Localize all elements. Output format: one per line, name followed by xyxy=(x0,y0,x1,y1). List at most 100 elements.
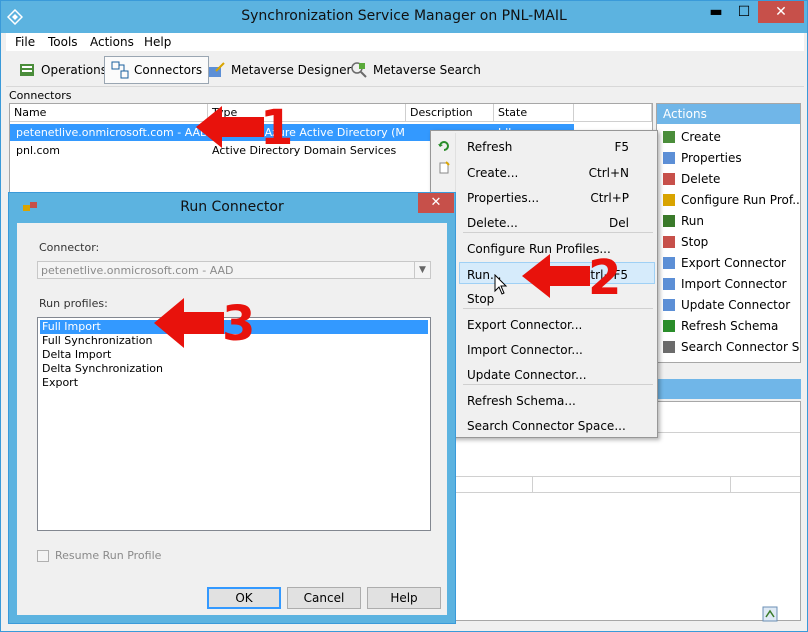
minimize-button[interactable]: ▬ xyxy=(703,1,729,23)
action-icon xyxy=(663,341,675,353)
connectors-label: Connectors xyxy=(134,63,203,77)
action-item[interactable]: Properties xyxy=(663,149,799,167)
actions-pane: Actions Create Properties Delete Configure … xyxy=(656,103,801,363)
menu-actions[interactable]: Actions xyxy=(90,35,134,49)
metaverse-designer-icon xyxy=(209,62,225,77)
resume-run-profile-label: Resume Run Profile xyxy=(55,549,162,562)
action-item[interactable]: Configure Run Prof... xyxy=(663,191,799,209)
menu-item[interactable]: Delete... Del xyxy=(465,211,655,233)
action-label: Run xyxy=(681,214,705,228)
metaverse-designer-label: Metaverse Designer xyxy=(231,63,352,77)
menu-item[interactable]: Import Connector... xyxy=(465,338,655,360)
column-filler xyxy=(574,104,652,122)
menu-item[interactable]: Export Connector... xyxy=(465,313,655,335)
close-button[interactable]: ✕ xyxy=(758,1,804,23)
menu-separator xyxy=(463,384,653,385)
window-title: Synchronization Service Manager on PNL-M… xyxy=(241,8,567,24)
action-item[interactable]: Delete xyxy=(663,170,799,188)
metaverse-search-icon xyxy=(351,62,367,78)
menu-item[interactable]: Create... Ctrl+N xyxy=(465,161,655,183)
menu-item[interactable]: Run... Ctrl+F5 xyxy=(459,262,655,284)
list-item[interactable]: Export xyxy=(40,376,428,390)
list-item[interactable]: Full Synchronization xyxy=(40,334,428,348)
action-label: Export Connector xyxy=(681,256,786,270)
action-label: Update Connector xyxy=(681,298,791,312)
menu-item-shortcut: Ctrl+N xyxy=(588,166,629,180)
menu-item-label: Configure Run Profiles... xyxy=(467,242,611,256)
menu-bar: File Tools Actions Help xyxy=(6,33,804,51)
run-profiles-list[interactable]: Full Import Full Synchronization Delta Imp… xyxy=(37,317,431,531)
menu-item[interactable]: Properties... Ctrl+P xyxy=(465,186,655,208)
action-icon xyxy=(663,194,675,206)
menu-item-label: Search Connector Space... xyxy=(467,419,626,433)
menu-item-label: Create... xyxy=(467,166,519,180)
menu-item-shortcut: Ctrl+F5 xyxy=(582,268,628,282)
menu-item-label: Refresh xyxy=(467,140,513,154)
action-icon xyxy=(663,131,675,143)
ok-button[interactable]: OK xyxy=(207,587,281,609)
context-menu: Refresh F5 Create... Ctrl+N Properties... Ctr… xyxy=(430,130,658,438)
action-item[interactable]: Refresh Schema xyxy=(663,317,799,335)
operations-icon xyxy=(20,64,34,76)
action-item[interactable]: Create xyxy=(663,128,799,146)
list-item[interactable]: Delta Synchronization xyxy=(40,362,428,376)
column-description[interactable]: Description xyxy=(406,104,494,122)
run-profiles-label: Run profiles: xyxy=(39,297,108,310)
menu-item[interactable]: Update Connector... xyxy=(465,363,655,385)
toolbar: Operations Connectors Metaverse Designer… xyxy=(6,53,804,87)
list-item[interactable]: Delta Import xyxy=(40,348,428,362)
action-label: Search Connector S... xyxy=(681,340,799,354)
menu-item[interactable]: Refresh F5 xyxy=(465,135,655,157)
cancel-button[interactable]: Cancel xyxy=(287,587,361,609)
menu-file[interactable]: File xyxy=(15,35,35,49)
connectors-icon xyxy=(111,61,129,79)
dialog-title: Run Connector xyxy=(180,199,284,215)
title-bar[interactable]: Synchronization Service Manager on PNL-M… xyxy=(1,1,807,33)
create-icon xyxy=(439,161,450,174)
action-item[interactable]: Stop xyxy=(663,233,799,251)
action-item[interactable]: Update Connector xyxy=(663,296,799,314)
action-icon xyxy=(663,152,675,164)
checkbox-box xyxy=(37,549,49,562)
row-name: pnl.com xyxy=(16,144,60,157)
row-name: petenetlive.onmicrosoft.com - AAD xyxy=(16,126,206,139)
column-name[interactable]: Name xyxy=(10,104,208,122)
menu-item-shortcut: Del xyxy=(609,216,629,230)
operations-button[interactable]: Operations xyxy=(12,56,113,84)
connector-select: petenetlive.onmicrosoft.com - AAD ▼ xyxy=(37,261,431,279)
action-icon xyxy=(663,215,675,227)
metaverse-designer-button[interactable]: Metaverse Designer xyxy=(202,56,357,84)
menu-item-shortcut: Ctrl+P xyxy=(590,191,629,205)
menu-item-label: Export Connector... xyxy=(467,318,583,332)
action-label: Properties xyxy=(681,151,742,165)
maximize-button[interactable]: ☐ xyxy=(731,1,757,23)
action-item[interactable]: Import Connector xyxy=(663,275,799,293)
menu-tools[interactable]: Tools xyxy=(48,35,78,49)
menu-item[interactable]: Search Connector Space... xyxy=(465,414,655,436)
list-item[interactable]: Full Import xyxy=(40,320,428,334)
row-type: Active Directory Domain Services xyxy=(212,144,397,157)
metaverse-search-button[interactable]: Metaverse Search xyxy=(344,56,487,84)
menu-item[interactable]: Refresh Schema... xyxy=(465,389,655,411)
action-label: Configure Run Prof... xyxy=(681,193,799,207)
menu-item-label: Delete... xyxy=(467,216,518,230)
connector-label: Connector: xyxy=(39,241,100,254)
connectors-button[interactable]: Connectors xyxy=(104,56,210,84)
menu-item[interactable]: Configure Run Profiles... xyxy=(465,237,655,259)
action-icon xyxy=(663,320,675,332)
connectors-section-label: Connectors xyxy=(9,89,72,102)
action-item[interactable]: Search Connector S... xyxy=(663,338,799,356)
menu-help[interactable]: Help xyxy=(144,35,171,49)
operations-label: Operations xyxy=(41,63,107,77)
column-type[interactable]: Type xyxy=(208,104,406,122)
status-icon xyxy=(762,606,778,622)
menu-separator xyxy=(463,308,653,309)
chevron-down-icon: ▼ xyxy=(414,262,430,278)
action-item[interactable]: Run xyxy=(663,212,799,230)
dialog-close-button[interactable]: ✕ xyxy=(418,193,454,213)
help-button[interactable]: Help xyxy=(367,587,441,609)
menu-item-label: Stop xyxy=(467,292,495,306)
column-state[interactable]: State xyxy=(494,104,574,122)
action-item[interactable]: Export Connector xyxy=(663,254,799,272)
menu-item-label: Refresh Schema... xyxy=(467,394,576,408)
